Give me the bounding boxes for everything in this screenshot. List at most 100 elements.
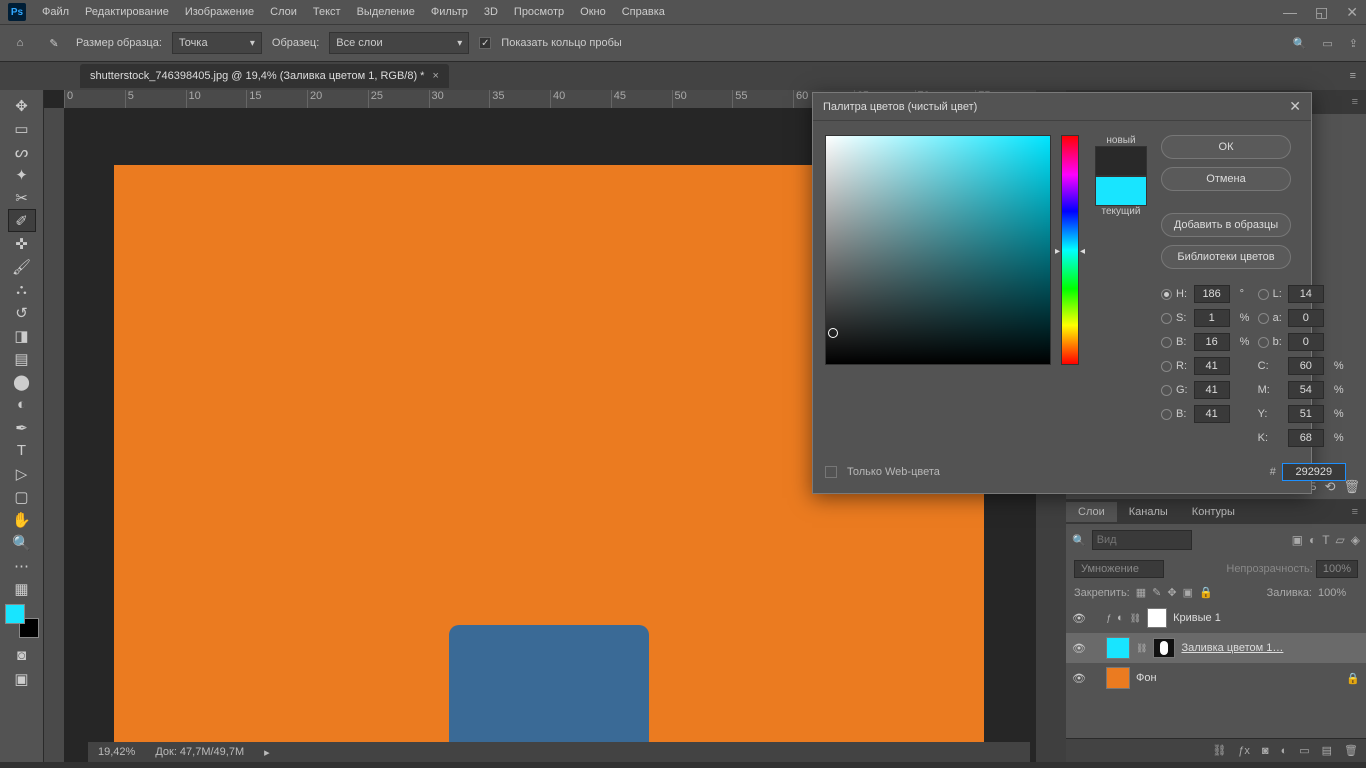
gradient-tool[interactable]: ▤ <box>8 347 36 370</box>
color-swatches[interactable] <box>5 604 39 638</box>
workspace-icon[interactable]: ▭ <box>1322 37 1332 50</box>
color-field[interactable] <box>825 135 1051 365</box>
mask-icon[interactable]: ◙ <box>1262 745 1269 757</box>
a-input[interactable] <box>1288 309 1324 327</box>
menu-text[interactable]: Текст <box>313 6 341 18</box>
blend-mode-dropdown[interactable]: Умножение <box>1074 560 1164 578</box>
visibility-icon[interactable]: 👁 <box>1072 612 1088 625</box>
g-input[interactable] <box>1194 381 1230 399</box>
menu-edit[interactable]: Редактирование <box>85 6 169 18</box>
c-input[interactable] <box>1288 357 1324 375</box>
hex-input[interactable] <box>1282 463 1346 481</box>
l-input[interactable] <box>1288 285 1324 303</box>
filter-smart-icon[interactable]: ◈ <box>1351 533 1360 547</box>
hue-slider[interactable]: ▸ ◂ <box>1061 135 1079 365</box>
delete-icon[interactable]: 🗑 <box>1344 744 1358 757</box>
shape-tool[interactable]: ▢ <box>8 485 36 508</box>
visibility-icon[interactable]: 👁 <box>1072 642 1088 655</box>
eraser-tool[interactable]: ◨ <box>8 324 36 347</box>
cancel-button[interactable]: Отмена <box>1161 167 1291 191</box>
dodge-tool[interactable]: ◐ <box>8 393 36 416</box>
status-arrow-icon[interactable]: ▸ <box>264 746 270 759</box>
layer-thumbnail[interactable] <box>1106 667 1130 689</box>
stamp-tool[interactable]: ⛬ <box>8 278 36 301</box>
filter-shape-icon[interactable]: ▱ <box>1336 533 1345 547</box>
marquee-tool[interactable]: ▭ <box>8 117 36 140</box>
tab-paths[interactable]: Контуры <box>1180 502 1247 522</box>
lock-all-icon[interactable]: 🔒 <box>1199 586 1213 599</box>
m-input[interactable] <box>1288 381 1324 399</box>
filter-image-icon[interactable]: ▣ <box>1292 533 1303 547</box>
ok-button[interactable]: ОК <box>1161 135 1291 159</box>
add-swatch-button[interactable]: Добавить в образцы <box>1161 213 1291 237</box>
more-tools[interactable]: ⋯ <box>8 554 36 577</box>
blur-tool[interactable]: ⬤ <box>8 370 36 393</box>
sample-source-dropdown[interactable]: Все слои <box>329 32 469 54</box>
tab-layers[interactable]: Слои <box>1066 502 1117 522</box>
current-color-swatch[interactable] <box>1095 176 1147 206</box>
menu-help[interactable]: Справка <box>622 6 665 18</box>
foreground-color-swatch[interactable] <box>5 604 25 624</box>
s-input[interactable] <box>1194 309 1230 327</box>
r-input[interactable] <box>1194 357 1230 375</box>
window-close-icon[interactable]: ✕ <box>1346 4 1358 21</box>
group-icon[interactable]: ▭ <box>1299 744 1309 757</box>
h-input[interactable] <box>1194 285 1230 303</box>
h-radio[interactable] <box>1161 289 1172 300</box>
g-radio[interactable] <box>1161 385 1172 396</box>
eyedropper-tool[interactable]: ✐ <box>8 209 36 232</box>
lasso-tool[interactable]: ᔕ <box>8 140 36 163</box>
layer-filter-input[interactable] <box>1092 530 1192 550</box>
type-tool[interactable]: T <box>8 439 36 462</box>
bval-input[interactable] <box>1194 333 1230 351</box>
panel-menu-icon[interactable]: ≡ <box>1344 96 1366 108</box>
home-icon[interactable]: ⌂ <box>8 31 32 55</box>
share-icon[interactable]: ⇪ <box>1349 37 1358 50</box>
menu-3d[interactable]: 3D <box>484 6 498 18</box>
layer-thumbnail[interactable] <box>1147 608 1167 628</box>
history-brush-tool[interactable]: ↺ <box>8 301 36 324</box>
tab-channels[interactable]: Каналы <box>1117 502 1180 522</box>
layers-menu-icon[interactable]: ≡ <box>1344 506 1366 518</box>
color-libraries-button[interactable]: Библиотеки цветов <box>1161 245 1291 269</box>
edit-toolbar[interactable]: ▦ <box>8 577 36 600</box>
y-input[interactable] <box>1288 405 1324 423</box>
layer-row[interactable]: 👁 ⛓ Заливка цветом 1… <box>1066 633 1366 663</box>
opacity-value[interactable]: 100% <box>1316 560 1358 578</box>
quick-select-tool[interactable]: ✦ <box>8 163 36 186</box>
lock-artboard-icon[interactable]: ▣ <box>1183 586 1193 599</box>
blab-radio[interactable] <box>1258 337 1269 348</box>
fill-value[interactable]: 100% <box>1318 587 1358 599</box>
move-tool[interactable]: ✥ <box>8 94 36 117</box>
bch-radio[interactable] <box>1161 409 1172 420</box>
filter-adjust-icon[interactable]: ◐ <box>1309 533 1316 547</box>
quickmask-tool[interactable]: ◙ <box>8 644 36 667</box>
zoom-tool[interactable]: 🔍 <box>8 531 36 554</box>
link-layers-icon[interactable]: ⛓ <box>1212 744 1226 757</box>
screenmode-tool[interactable]: ▣ <box>8 667 36 690</box>
layer-row[interactable]: 👁 ƒ ◐ ⛓ Кривые 1 <box>1066 603 1366 633</box>
crop-tool[interactable]: ✂ <box>8 186 36 209</box>
menu-view[interactable]: Просмотр <box>514 6 564 18</box>
bch-input[interactable] <box>1194 405 1230 423</box>
eyedropper-tool-icon[interactable]: ✎ <box>42 31 66 55</box>
layer-thumbnail[interactable] <box>1106 637 1130 659</box>
lock-position-icon[interactable]: ✥ <box>1167 586 1176 599</box>
path-select-tool[interactable]: ▷ <box>8 462 36 485</box>
menu-file[interactable]: Файл <box>42 6 69 18</box>
blab-input[interactable] <box>1288 333 1324 351</box>
close-tab-icon[interactable]: × <box>432 70 438 82</box>
menu-image[interactable]: Изображение <box>185 6 254 18</box>
sample-size-dropdown[interactable]: Точка <box>172 32 262 54</box>
show-ring-checkbox[interactable] <box>479 37 491 49</box>
healing-tool[interactable]: ✜ <box>8 232 36 255</box>
lock-pixels-icon[interactable]: ▦ <box>1136 586 1146 599</box>
menu-select[interactable]: Выделение <box>357 6 415 18</box>
b-radio[interactable] <box>1161 337 1172 348</box>
tabbar-menu-icon[interactable]: ≡ <box>1350 70 1366 82</box>
hand-tool[interactable]: ✋ <box>8 508 36 531</box>
close-icon[interactable]: ✕ <box>1289 98 1301 115</box>
search-icon[interactable]: 🔍 <box>1293 37 1307 50</box>
window-minimize-icon[interactable]: — <box>1283 4 1297 21</box>
fx-icon[interactable]: ƒx <box>1238 745 1250 757</box>
